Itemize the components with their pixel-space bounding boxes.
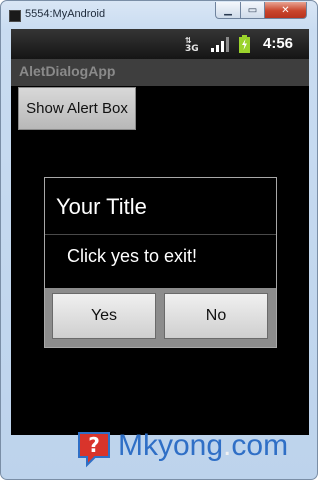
- emulator-window: 5554:MyAndroid ▁ ▭ ✕ ⇅ 3G 4:56 AletDialo…: [0, 0, 318, 480]
- watermark-tld: com: [231, 429, 289, 462]
- maximize-button[interactable]: ▭: [241, 2, 265, 19]
- battery-charging-icon: [239, 35, 250, 53]
- svg-text:?: ?: [88, 433, 100, 457]
- network-indicator: ⇅ 3G: [185, 37, 199, 54]
- dialog-divider: [45, 234, 276, 235]
- window-titlebar[interactable]: 5554:MyAndroid ▁ ▭ ✕: [1, 1, 317, 29]
- close-button[interactable]: ✕: [265, 2, 307, 19]
- dialog-button-bar: Yes No: [45, 288, 276, 347]
- minimize-icon: ▁: [224, 4, 232, 16]
- no-button[interactable]: No: [164, 293, 268, 339]
- dialog-message: Click yes to exit!: [67, 246, 198, 266]
- alert-dialog: Your Title Click yes to exit! Yes No: [44, 177, 277, 348]
- yes-button[interactable]: Yes: [52, 293, 156, 339]
- show-alert-box-button[interactable]: Show Alert Box: [18, 87, 136, 130]
- mkyong-watermark: Mkyong.com: [118, 429, 288, 463]
- status-bar: ⇅ 3G 4:56: [11, 29, 309, 59]
- android-screen: ⇅ 3G 4:56 AletDialogApp Show Alert Box Y…: [11, 29, 309, 435]
- watermark-brand: Mkyong: [118, 429, 224, 462]
- network-type-label: 3G: [185, 44, 199, 54]
- mkyong-logo-icon: ?: [78, 432, 110, 468]
- close-icon: ✕: [281, 4, 290, 16]
- signal-bars-icon: [211, 37, 229, 52]
- app-window-icon: [9, 10, 21, 22]
- window-controls: ▁ ▭ ✕: [215, 2, 307, 19]
- maximize-icon: ▭: [247, 4, 258, 16]
- status-clock: 4:56: [263, 35, 294, 52]
- app-title-bar: AletDialogApp: [11, 59, 309, 86]
- dialog-title: Your Title: [56, 194, 147, 219]
- minimize-button[interactable]: ▁: [215, 2, 241, 19]
- window-title: 5554:MyAndroid: [25, 8, 106, 20]
- app-title: AletDialogApp: [19, 63, 116, 79]
